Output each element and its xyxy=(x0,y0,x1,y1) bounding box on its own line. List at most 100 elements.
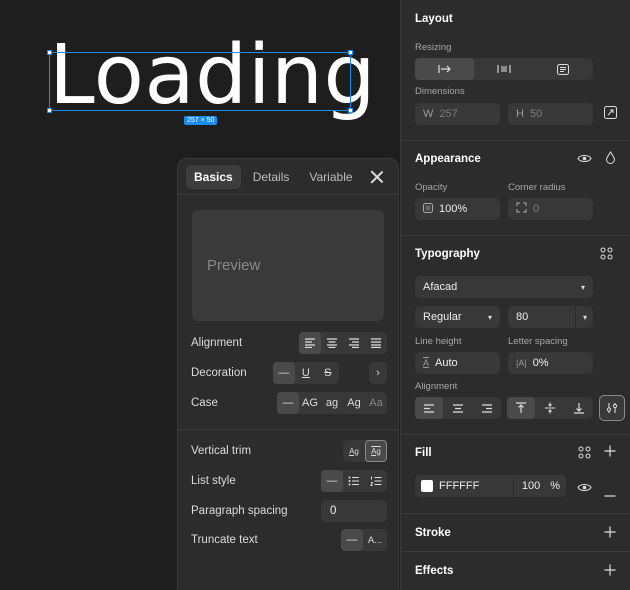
text-align-left-icon[interactable] xyxy=(415,397,443,419)
tab-details[interactable]: Details xyxy=(245,165,298,189)
no-decoration-icon[interactable]: — xyxy=(272,362,295,384)
font-size-input[interactable]: 80 ▾ xyxy=(508,306,593,328)
case-row: Case — AG ag Ag Aa xyxy=(191,392,387,414)
text-settings-popup: Basics Details Variable Preview Alignmen… xyxy=(177,158,399,590)
align-top-icon[interactable] xyxy=(507,397,535,419)
list-style-label: List style xyxy=(191,475,236,487)
fill-color-input[interactable]: FFFFFF 100 % xyxy=(415,475,566,497)
fill-visibility-eye-icon[interactable] xyxy=(577,481,592,496)
resize-handle-top-right[interactable] xyxy=(348,50,353,55)
case-title-button[interactable]: Ag xyxy=(343,392,365,414)
auto-width-icon[interactable] xyxy=(533,58,593,80)
tab-basics[interactable]: Basics xyxy=(186,164,241,189)
close-icon[interactable] xyxy=(368,168,386,186)
fixed-width-icon[interactable] xyxy=(415,58,474,80)
height-prefix: H xyxy=(516,108,524,120)
trim-standard-icon[interactable]: Ag xyxy=(343,440,365,462)
alignment-label: Alignment xyxy=(191,337,243,349)
list-none-icon[interactable]: — xyxy=(321,470,343,492)
more-decoration-button[interactable]: › xyxy=(369,362,387,384)
effects-section: Effects xyxy=(401,552,630,590)
text-styles-icon[interactable] xyxy=(600,247,613,263)
corner-radius-icon xyxy=(516,202,527,216)
case-upper-button[interactable]: AG xyxy=(299,392,321,414)
case-none-button[interactable]: — xyxy=(277,392,299,414)
text-align-right-icon[interactable] xyxy=(472,397,501,419)
letter-spacing-icon: |A| xyxy=(516,358,527,368)
paragraph-spacing-label: Paragraph spacing xyxy=(191,505,288,517)
corner-radius-label: Corner radius xyxy=(508,182,566,193)
trim-cap-height-icon[interactable]: Ag xyxy=(365,440,387,462)
vertical-trim-row: Vertical trim Ag Ag xyxy=(191,440,387,462)
line-height-label: Line height xyxy=(415,336,462,347)
alignment-label: Alignment xyxy=(415,381,458,392)
truncate-ellipsis-button[interactable]: A... xyxy=(363,529,387,551)
text-align-center-icon[interactable] xyxy=(443,397,472,419)
letter-spacing-input[interactable]: |A| 0% xyxy=(508,352,593,374)
eye-icon[interactable] xyxy=(577,152,592,167)
resize-handle-top-left[interactable] xyxy=(47,50,52,55)
align-middle-icon[interactable] xyxy=(535,397,564,419)
font-weight-dropdown[interactable]: Regular ▾ xyxy=(415,306,500,328)
paragraph-spacing-input[interactable]: 0 xyxy=(321,500,387,522)
add-stroke-icon[interactable] xyxy=(604,526,616,541)
fill-percent-label: % xyxy=(550,480,560,492)
corner-radius-input[interactable]: 0 xyxy=(508,198,593,220)
resizing-label: Resizing xyxy=(415,42,452,53)
font-size-value: 80 xyxy=(516,311,529,323)
decoration-buttons: — U S xyxy=(272,362,339,384)
width-prefix: W xyxy=(423,108,434,120)
corner-radius-value: 0 xyxy=(533,203,540,215)
auto-height-icon[interactable] xyxy=(474,58,533,80)
line-height-input[interactable]: A Auto xyxy=(415,352,500,374)
opacity-icon xyxy=(423,202,433,216)
truncate-buttons: — A... xyxy=(341,529,387,551)
numbered-list-icon[interactable] xyxy=(365,470,387,492)
font-family-value: Afacad xyxy=(423,281,458,293)
decoration-label: Decoration xyxy=(191,367,247,379)
resize-handle-bottom-right[interactable] xyxy=(348,108,353,113)
preview-label: Preview xyxy=(207,257,261,274)
tab-variable[interactable]: Variable xyxy=(301,165,360,189)
letter-spacing-label: Letter spacing xyxy=(508,336,568,347)
text-preview: Preview xyxy=(192,210,384,321)
align-left-icon[interactable] xyxy=(299,332,321,354)
remove-fill-icon[interactable] xyxy=(604,485,616,500)
align-right-icon[interactable] xyxy=(343,332,365,354)
case-lower-button[interactable]: ag xyxy=(321,392,343,414)
line-height-icon: A xyxy=(423,358,430,368)
resize-handle-bottom-left[interactable] xyxy=(47,108,52,113)
resizing-buttons xyxy=(415,58,593,80)
popup-divider xyxy=(178,429,398,430)
canvas[interactable]: Loading 257 × 50 Basics Details Variable… xyxy=(0,0,400,590)
layout-title: Layout xyxy=(415,13,453,25)
text-settings-icon[interactable] xyxy=(599,395,625,421)
add-fill-icon[interactable] xyxy=(604,445,616,460)
fill-styles-icon[interactable] xyxy=(578,446,591,462)
align-bottom-icon[interactable] xyxy=(564,397,593,419)
opacity-label: Opacity xyxy=(415,182,448,193)
case-small-caps-button[interactable]: Aa xyxy=(365,392,387,414)
selection-box[interactable] xyxy=(47,50,353,113)
add-effect-icon[interactable] xyxy=(604,564,616,579)
strikethrough-icon[interactable]: S xyxy=(317,362,339,384)
width-input[interactable]: W 257 xyxy=(415,103,500,125)
fill-color-swatch[interactable] xyxy=(421,480,433,492)
vertical-trim-label: Vertical trim xyxy=(191,445,252,457)
opacity-input[interactable]: 100% xyxy=(415,198,500,220)
layout-section: Layout Resizing Dimensions W 257 H 50 xyxy=(401,0,630,141)
constrain-proportions-icon[interactable] xyxy=(604,106,617,122)
blend-mode-icon[interactable] xyxy=(605,151,616,167)
underline-icon[interactable]: U xyxy=(295,362,317,384)
fill-hex-value: FFFFFF xyxy=(439,480,480,492)
font-family-dropdown[interactable]: Afacad ▾ xyxy=(415,276,593,298)
bullet-list-icon[interactable] xyxy=(343,470,365,492)
list-style-row: List style — xyxy=(191,470,387,492)
height-input[interactable]: H 50 xyxy=(508,103,593,125)
fill-opacity-value[interactable]: 100 xyxy=(512,475,540,497)
align-center-icon[interactable] xyxy=(321,332,343,354)
alignment-row: Alignment xyxy=(191,332,387,354)
chevron-down-icon[interactable]: ▾ xyxy=(574,306,587,328)
truncate-none-icon[interactable]: — xyxy=(341,529,363,551)
align-justify-icon[interactable] xyxy=(365,332,387,354)
